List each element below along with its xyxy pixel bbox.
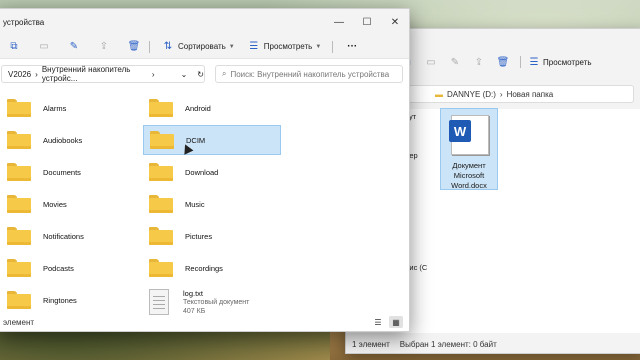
folder-icon	[7, 195, 31, 213]
search-icon: ⌕	[222, 69, 227, 78]
copy-icon[interactable]: ⧉	[7, 40, 21, 54]
status-bar: элемент	[0, 313, 409, 331]
folder-icon	[149, 195, 173, 213]
folder-icon	[7, 291, 31, 309]
folder-item[interactable]: Notifications	[1, 221, 139, 251]
text-file-icon	[149, 289, 169, 315]
status-count: 1 элемент	[352, 340, 390, 349]
folder-icon	[7, 99, 31, 117]
folder-item[interactable]: Audiobooks	[1, 125, 139, 155]
folder-icon	[149, 99, 173, 117]
paste-icon[interactable]: ▭	[37, 40, 51, 54]
file-info: log.txt Текстовый документ 407 КБ	[183, 289, 249, 316]
folder-item[interactable]: Podcasts	[1, 253, 139, 283]
window-title: устройства	[3, 18, 45, 27]
delete-icon[interactable]: 🗑	[496, 55, 510, 69]
delete-icon[interactable]: 🗑	[127, 40, 141, 54]
rename-icon[interactable]: ✎	[67, 40, 81, 54]
divider	[332, 40, 334, 53]
file-item-word[interactable]: W Документ Microsoft Word.docx	[440, 108, 498, 190]
file-type: Текстовый документ	[183, 298, 250, 306]
folder-item[interactable]: Movies	[1, 189, 139, 219]
folder-icon	[149, 163, 173, 181]
folder-icon	[149, 259, 173, 277]
folder-item[interactable]: Music	[143, 189, 281, 219]
folder-icon	[7, 227, 31, 245]
window-controls: — ☐ ✕	[325, 9, 409, 35]
sort-icon: ⇅	[163, 41, 173, 52]
status-count: элемент	[3, 317, 35, 327]
share-icon[interactable]: ⇪	[97, 40, 111, 54]
chevron-down-icon: ▼	[228, 43, 235, 50]
file-name: Документ Microsoft Word.docx	[451, 161, 487, 190]
chevron-down-icon: ▼	[315, 43, 322, 50]
paste-icon[interactable]: ▭	[424, 55, 438, 69]
folder-item[interactable]: Recordings	[143, 253, 281, 283]
address-dropdown-icon[interactable]: ⌄	[181, 70, 188, 79]
folder-item-selected[interactable]: DCIM	[143, 125, 281, 155]
divider	[520, 56, 521, 68]
breadcrumb-device[interactable]: V2026	[8, 70, 31, 79]
command-bar: ⧉ ▭ ✎ ⇪ 🗑 ⇅ Сортировать ▼ ☰ Просмотреть …	[0, 35, 409, 59]
rename-icon[interactable]: ✎	[448, 55, 462, 69]
search-input[interactable]: ⌕ Поиск: Внутренний накопитель устройств…	[215, 65, 403, 83]
share-icon[interactable]: ⇪	[472, 55, 486, 69]
close-button[interactable]: ✕	[381, 9, 409, 35]
more-button[interactable]: ···	[347, 41, 357, 52]
maximize-button[interactable]: ☐	[353, 9, 381, 35]
chevron-right-icon: ›	[499, 89, 503, 99]
folder-item[interactable]: Pictures	[143, 221, 281, 251]
folder-icon	[7, 259, 31, 277]
divider	[149, 40, 150, 53]
breadcrumb-folder[interactable]: Новая папка	[507, 90, 554, 99]
breadcrumb-drive[interactable]: DANNYE (D:)	[447, 90, 496, 99]
folder-icon: ▬	[435, 89, 443, 99]
back-status-bar: 1 элемент Выбран 1 элемент: 0 байт	[352, 340, 638, 349]
folder-icon	[7, 131, 31, 149]
address-row: V2026 › Внутренний накопитель устройс...…	[0, 65, 409, 85]
folder-item[interactable]: Alarms	[1, 93, 139, 123]
file-name: log.txt	[183, 288, 204, 298]
file-grid: Alarms Android Audiobooks DCIM Documents…	[0, 93, 409, 316]
minimize-button[interactable]: —	[325, 9, 353, 35]
folder-item[interactable]: Documents	[1, 157, 139, 187]
word-icon: W	[449, 120, 471, 142]
folder-item[interactable]: Android	[143, 93, 281, 123]
explorer-window-front[interactable]: устройства — ☐ ✕ ⧉ ▭ ✎ ⇪ 🗑 ⇅ Сортировать…	[0, 8, 410, 332]
refresh-icon[interactable]: ↻	[197, 70, 204, 79]
view-button[interactable]: ☰ Просмотреть ▼	[244, 38, 325, 56]
folder-item[interactable]: Ringtones	[1, 285, 139, 315]
title-bar[interactable]: устройства — ☐ ✕	[0, 9, 409, 35]
view-button[interactable]: Просмотреть	[543, 58, 592, 67]
sort-button[interactable]: ⇅ Сортировать ▼	[158, 38, 238, 56]
folder-icon	[150, 131, 174, 149]
status-selected: Выбран 1 элемент: 0 байт	[399, 340, 497, 349]
view-toggle: ☰ ▦	[371, 316, 403, 328]
details-view-icon[interactable]: ☰	[371, 316, 385, 328]
view-icon[interactable]: ☰	[527, 55, 541, 69]
breadcrumb-path[interactable]: Внутренний накопитель устройс...	[42, 65, 148, 83]
folder-icon	[149, 227, 173, 245]
chevron-right-icon: ›	[151, 69, 155, 79]
chevron-right-icon: ›	[35, 69, 38, 79]
address-bar[interactable]: V2026 › Внутренний накопитель устройс...…	[1, 65, 205, 83]
folder-item[interactable]: Download	[143, 157, 281, 187]
folder-icon	[7, 163, 31, 181]
search-placeholder: Поиск: Внутренний накопитель устройства	[230, 69, 390, 79]
tiles-view-icon[interactable]: ▦	[389, 316, 403, 328]
document-icon: W	[449, 115, 489, 155]
view-icon: ☰	[249, 41, 259, 52]
